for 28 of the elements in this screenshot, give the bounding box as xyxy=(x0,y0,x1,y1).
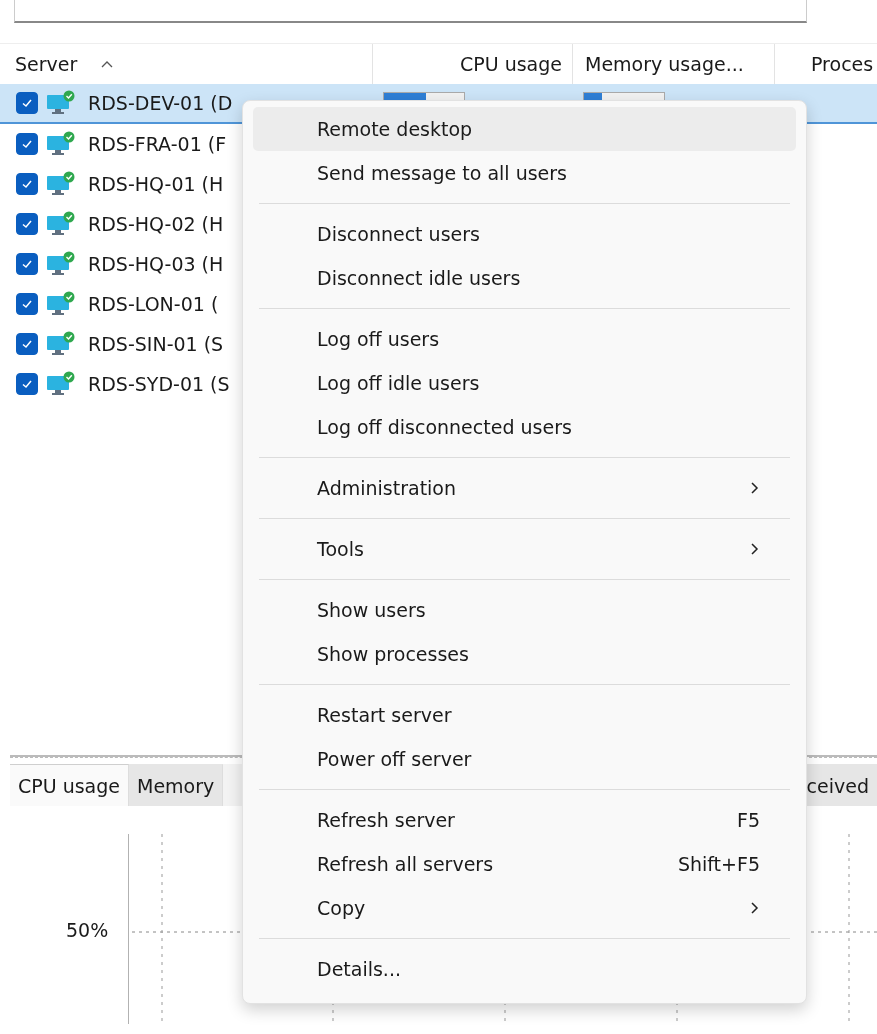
server-name: RDS-LON-01 ( xyxy=(88,293,219,315)
menu-label: Refresh all servers xyxy=(317,853,495,875)
menu-label: Copy xyxy=(317,897,367,919)
menu-label: Power off server xyxy=(317,748,473,770)
menu-label: Log off disconnected users xyxy=(317,416,573,438)
server-name: RDS-SYD-01 (S xyxy=(88,373,230,395)
menu-label: Details... xyxy=(317,958,402,980)
server-name: RDS-HQ-03 (H xyxy=(88,253,224,275)
shortcut-label: F5 xyxy=(736,809,760,831)
server-name: RDS-SIN-01 (S xyxy=(88,333,224,355)
server-name: RDS-DEV-01 (D xyxy=(88,92,233,114)
menu-label: Show users xyxy=(317,599,427,621)
menu-label: Administration xyxy=(317,477,458,499)
shortcut-label: Shift+F5 xyxy=(677,853,760,875)
menu-label: Disconnect users xyxy=(317,223,481,245)
menu-label: Restart server xyxy=(317,704,453,726)
menu-label: Log off idle users xyxy=(317,372,481,394)
server-name: RDS-HQ-02 (H xyxy=(88,213,224,235)
axis-label: 50% xyxy=(66,919,109,941)
server-name: RDS-HQ-01 (H xyxy=(88,173,224,195)
menu-label: Refresh server xyxy=(317,809,456,831)
server-name: RDS-FRA-01 (F xyxy=(88,133,227,155)
menu-label: Log off users xyxy=(317,328,441,350)
menu-label: Send message to all users xyxy=(317,162,568,184)
menu-label: Remote desktop xyxy=(317,118,474,140)
menu-label: Show processes xyxy=(317,643,470,665)
menu-label: Tools xyxy=(317,538,365,560)
menu-label: Disconnect idle users xyxy=(317,267,522,289)
